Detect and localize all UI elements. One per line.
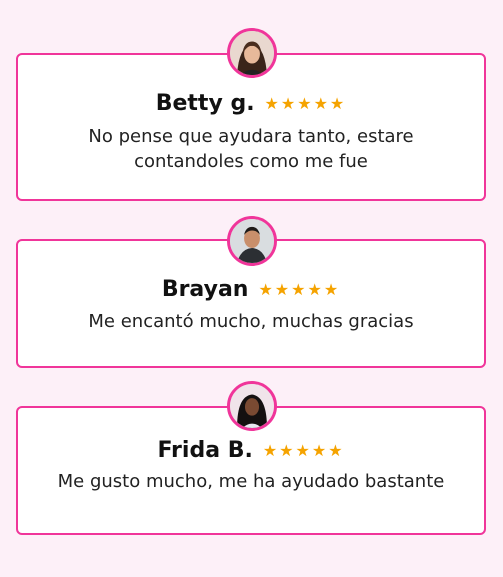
avatar-frida: [226, 381, 277, 431]
reviewer-name: Brayan: [161, 277, 249, 302]
star-rating-icon: ★★★★★: [258, 280, 341, 299]
avatar-betty: [226, 28, 277, 78]
review-text: Me gusto mucho, me ha ayudado bastante: [57, 471, 445, 492]
reviewer-name: Frida B.: [157, 438, 253, 463]
star-rating-icon: ★★★★★: [264, 94, 347, 113]
review-header-2: Brayan ★★★★★: [18, 277, 484, 302]
avatar-brayan: [226, 216, 277, 266]
review-header-1: Betty g. ★★★★★: [18, 91, 484, 116]
review-text: No pense que ayudara tanto, estare conta…: [88, 126, 414, 172]
review-text: Me encantó mucho, muchas gracias: [88, 311, 414, 332]
reviewer-name: Betty g.: [155, 91, 255, 116]
review-header-3: Frida B. ★★★★★: [18, 438, 484, 463]
star-rating-icon: ★★★★★: [262, 441, 345, 460]
